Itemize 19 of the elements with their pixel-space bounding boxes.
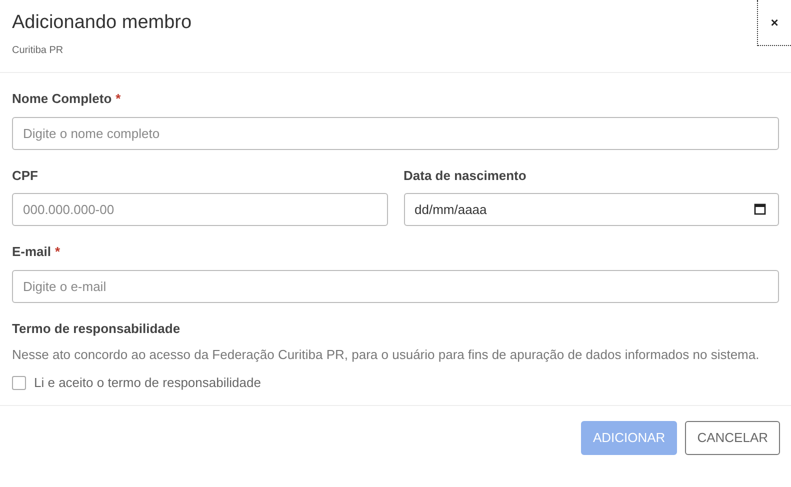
dialog-title: Adicionando membro: [12, 11, 192, 35]
field-label: CPF: [12, 166, 38, 184]
required-mark: *: [116, 90, 121, 108]
field-label: Data de nascimento: [404, 166, 526, 184]
calendar-icon[interactable]: [754, 203, 766, 215]
required-mark: *: [55, 243, 60, 261]
field-label: E-mail: [12, 243, 52, 261]
cancel-button[interactable]: CANCELAR: [685, 420, 780, 454]
input-field[interactable]: Digite o nome completo: [12, 116, 779, 150]
dialog-subtitle: Curitiba PR: [12, 44, 64, 58]
terms-title: Termo de responsabilidade: [12, 320, 182, 338]
date-field[interactable]: dd/mm/aaaa: [404, 193, 779, 226]
input-field[interactable]: 000.000.000-00: [12, 193, 388, 226]
terms-checkbox[interactable]: [12, 376, 26, 390]
close-button[interactable]: ×: [757, 0, 791, 46]
checkbox-label[interactable]: Li e aceito o termo de responsabilidade: [34, 373, 261, 392]
field-label: Nome Completo: [12, 90, 112, 108]
input-field[interactable]: Digite o e-mail: [12, 270, 779, 302]
terms-text: Nesse ato concordo ao acesso da Federação Curitiba PR, para o usuário para fins de apuração de dados informados no sistema.: [12, 346, 760, 364]
